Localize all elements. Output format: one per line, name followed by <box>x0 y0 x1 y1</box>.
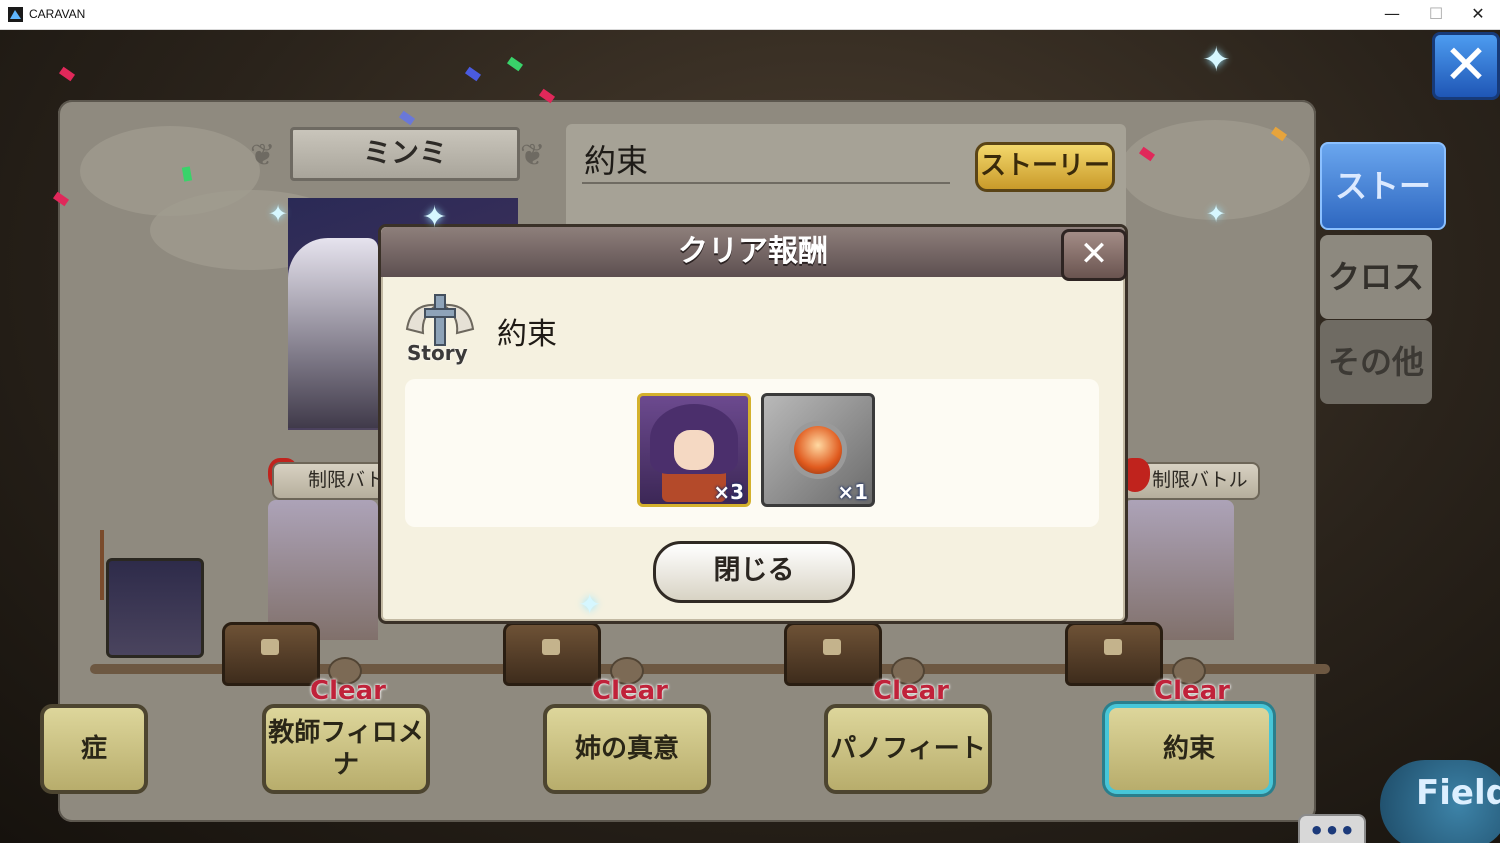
sparkle-icon: ✦ <box>1206 200 1227 228</box>
minimize-button[interactable]: — <box>1370 0 1414 29</box>
close-button[interactable]: 閉じる <box>653 541 855 603</box>
clear-tag: Clear <box>873 676 949 706</box>
reward-item[interactable]: ×1 <box>761 393 875 507</box>
clear-tag: Clear <box>592 676 668 706</box>
more-button[interactable]: ••• <box>1298 814 1366 843</box>
dialog-close-icon[interactable]: ✕ <box>1061 229 1127 281</box>
dialog-title: クリア報酬 <box>381 227 1125 277</box>
treasure-chest-icon[interactable] <box>503 622 601 686</box>
sparkle-icon: ✦ <box>422 200 448 235</box>
confetti-decoration <box>58 66 76 82</box>
reward-area <box>405 379 1099 527</box>
game-viewport: ❦ ミンミ ❦ 約束 ストーリー ストーリー クロス その他 ✕ 制限バト 制限… <box>0 30 1500 843</box>
reward-item[interactable]: ×3 <box>637 393 751 507</box>
tab-other[interactable]: その他 <box>1320 320 1432 404</box>
story-button[interactable]: ストーリー <box>975 142 1115 192</box>
tab-story[interactable]: ストーリー <box>1320 142 1446 289</box>
clear-reward-dialog: クリア報酬 ✕ Story 約束 ×3 ×1 閉じる <box>378 224 1128 624</box>
avatar[interactable] <box>106 558 204 658</box>
reward-story-title: 約束 <box>497 317 557 352</box>
confetti-decoration <box>506 56 524 72</box>
building-decoration <box>268 500 378 640</box>
window-titlebar: CARAVAN — ☐ ✕ <box>0 0 1500 30</box>
stage-button[interactable]: 教師フィロメナ <box>262 704 430 794</box>
stage-button[interactable]: パノフィート <box>824 704 992 794</box>
maximize-button[interactable]: ☐ <box>1414 0 1458 29</box>
reward-quantity: ×3 <box>713 480 744 504</box>
confetti-decoration <box>464 66 482 82</box>
character-figure <box>288 238 378 428</box>
fire-orb-icon <box>794 426 842 474</box>
ornament-left-icon: ❦ <box>250 138 276 173</box>
story-title: 約束 <box>584 142 649 180</box>
character-name-plate: ミンミ <box>290 127 520 181</box>
ornament-right-icon: ❦ <box>520 138 546 173</box>
app-icon <box>8 7 23 22</box>
sparkle-icon: ✦ <box>578 588 602 621</box>
stage-button[interactable]: 約束 <box>1105 704 1273 794</box>
emblem-label: Story <box>407 341 468 365</box>
stage-button[interactable]: 症 <box>40 704 148 794</box>
field-button[interactable]: Field <box>1380 760 1500 843</box>
sparkle-icon: ✦ <box>268 200 289 228</box>
treasure-chest-icon[interactable] <box>222 622 320 686</box>
treasure-chest-icon[interactable] <box>784 622 882 686</box>
tab-cross[interactable]: クロス <box>1320 235 1432 319</box>
flag-decoration <box>100 530 104 600</box>
window-close-button[interactable]: ✕ <box>1456 0 1500 29</box>
stage-button[interactable]: 姉の真意 <box>543 704 711 794</box>
treasure-chest-icon[interactable] <box>1065 622 1163 686</box>
close-icon[interactable]: ✕ <box>1432 32 1500 100</box>
character-portrait-icon <box>674 430 714 470</box>
clear-tag: Clear <box>1154 676 1230 706</box>
window-title: CARAVAN <box>29 7 86 21</box>
building-decoration <box>1124 500 1234 640</box>
reward-quantity: ×1 <box>837 480 868 504</box>
sparkle-icon: ✦ <box>1202 40 1231 80</box>
divider <box>582 182 950 184</box>
clear-tag: Clear <box>310 676 386 706</box>
